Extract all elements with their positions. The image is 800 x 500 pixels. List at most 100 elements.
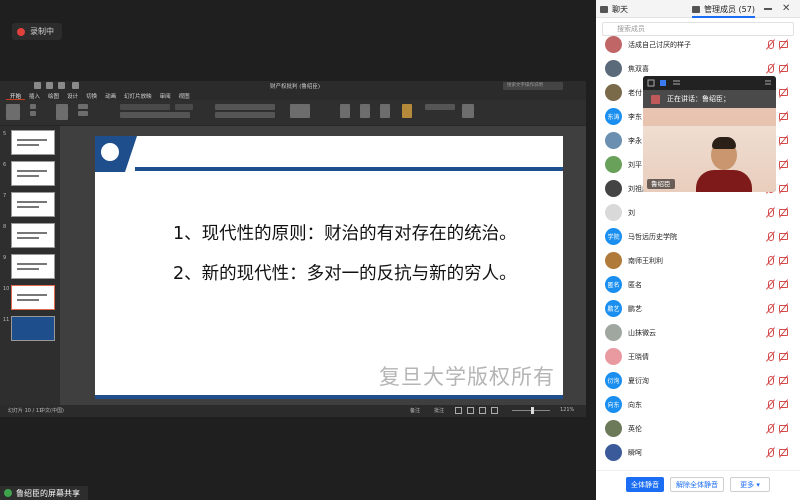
layout-icon[interactable] — [78, 104, 88, 109]
member-name: 活成自己讨厌的样子 — [628, 41, 691, 49]
member-avatar — [605, 204, 622, 221]
tab-view[interactable]: 视图 — [175, 91, 194, 100]
close-icon[interactable]: ✕ — [782, 3, 790, 15]
font-size-box[interactable] — [175, 104, 193, 110]
video-background-decor — [643, 108, 776, 126]
member-name: 瞬呵 — [628, 449, 642, 457]
member-row[interactable]: 衍洵 夏衍洵 — [596, 369, 800, 393]
undo-icon[interactable] — [58, 82, 65, 89]
alignment-group[interactable] — [215, 112, 275, 118]
thumbnail-text-line — [17, 237, 39, 239]
tab-chat[interactable]: 聊天 — [600, 0, 628, 18]
new-slide-icon[interactable] — [56, 104, 68, 120]
tab-design[interactable]: 设计 — [63, 91, 82, 100]
tab-draw[interactable]: 绘图 — [44, 91, 63, 100]
arrange-icon[interactable] — [380, 104, 390, 118]
insert-picture-icon[interactable] — [340, 104, 350, 118]
member-avatar: 鹏艺 — [605, 300, 622, 317]
member-search-input[interactable]: 搜索成员 — [602, 22, 794, 36]
slide-sorter-icon[interactable] — [467, 407, 474, 414]
slide-point-2: 2、新的现代性：多对一的反抗与新的穷人。 — [173, 264, 517, 284]
member-avatar — [605, 444, 622, 461]
thumbnail-text-line — [17, 206, 39, 208]
share-status-icon — [4, 489, 12, 497]
member-avatar: 向东 — [605, 396, 622, 413]
recording-badge[interactable]: 录制中 — [12, 23, 62, 40]
member-name: 刘 — [628, 209, 635, 217]
convert-smartart-icon[interactable] — [290, 104, 310, 118]
mute-all-button[interactable]: 全体静音 — [626, 477, 664, 492]
member-name: 马哲远历史学院 — [628, 233, 677, 241]
normal-view-icon[interactable] — [455, 407, 462, 414]
redo-icon[interactable] — [72, 82, 79, 89]
tab-home[interactable]: 开始 — [6, 91, 26, 100]
member-row[interactable]: 刘 — [596, 201, 800, 225]
video-window-toolbar — [643, 76, 776, 90]
tab-review[interactable]: 审阅 — [156, 91, 175, 100]
speaker-video-window[interactable]: 正在讲话：鲁绍臣； 鲁绍臣 — [643, 76, 776, 192]
video-speaker-name: 鲁绍臣 — [647, 179, 675, 189]
cut-icon[interactable] — [30, 104, 36, 109]
copy-icon[interactable] — [30, 111, 36, 116]
zoom-slider-thumb[interactable] — [531, 407, 534, 414]
slide-thumbnail[interactable] — [11, 192, 55, 217]
member-avatar — [605, 60, 622, 77]
member-avatar — [605, 252, 622, 269]
slide-thumbnail[interactable] — [11, 285, 55, 310]
slide-thumbnail[interactable] — [11, 316, 55, 341]
member-row[interactable]: 匿名 匿名 — [596, 273, 800, 297]
member-avatar — [605, 180, 622, 197]
member-row[interactable]: 山抹微云 — [596, 321, 800, 345]
copyright-watermark: 复旦大学版权所有 — [379, 365, 555, 389]
member-name: 鹏艺 — [628, 305, 642, 313]
member-name: 焦双喜 — [628, 65, 649, 73]
member-row[interactable]: 南师王利利 — [596, 249, 800, 273]
tab-members[interactable]: 管理成员 (57) — [692, 0, 755, 18]
zoom-level[interactable]: 121% — [560, 407, 574, 413]
member-row[interactable]: 王晓倩 — [596, 345, 800, 369]
ppt-search-input[interactable]: 搜索文字操作说明 — [503, 82, 563, 90]
thumbnail-number: 8 — [3, 224, 7, 230]
tab-transitions[interactable]: 切换 — [82, 91, 101, 100]
member-row[interactable]: 瞬呵 — [596, 441, 800, 465]
home-icon[interactable] — [34, 82, 41, 89]
more-button[interactable]: 更多 ▾ — [730, 477, 770, 492]
current-slide[interactable]: 1、现代性的原则：财治的有对存在的统治。 2、新的现代性：多对一的反抗与新的穷人… — [95, 136, 563, 399]
slideshow-view-icon[interactable] — [491, 407, 498, 414]
thumbnail-text-line — [17, 263, 47, 265]
shape-fill-group[interactable] — [425, 104, 455, 110]
slide-thumbnail[interactable] — [11, 254, 55, 279]
font-format-group[interactable] — [120, 112, 190, 118]
slide-thumbnail[interactable] — [11, 130, 55, 155]
slide-thumbnail[interactable] — [11, 223, 55, 248]
minimize-icon[interactable] — [764, 8, 772, 10]
language-indicator[interactable]: 中文(中国) — [40, 407, 64, 414]
reading-view-icon[interactable] — [479, 407, 486, 414]
member-name: 夏衍洵 — [628, 377, 649, 385]
shapes-icon[interactable] — [360, 104, 370, 118]
tab-insert[interactable]: 插入 — [25, 91, 44, 100]
member-row[interactable]: 学院 马哲远历史学院 — [596, 225, 800, 249]
reset-icon[interactable] — [78, 111, 88, 116]
member-row[interactable]: 活成自己讨厌的样子 — [596, 36, 800, 57]
ppt-ribbon-tabs: 开始 插入 绘图 设计 切换 动画 幻灯片放映 审阅 视图 — [0, 91, 586, 100]
side-panel: 聊天 管理成员 (57) ✕ 搜索成员 活成自己讨厌的样子 焦双喜 老付 东涛 李东 李永… — [596, 0, 800, 500]
paste-icon[interactable] — [6, 104, 20, 120]
notes-button[interactable]: 备注 — [410, 407, 420, 414]
member-name: 王晓倩 — [628, 353, 649, 361]
paragraph-group[interactable] — [215, 104, 275, 110]
save-icon[interactable] — [46, 82, 53, 89]
member-row[interactable]: 英伦 — [596, 417, 800, 441]
thumbnail-number: 9 — [3, 255, 7, 261]
comments-button[interactable]: 批注 — [434, 407, 444, 414]
slide-thumbnail[interactable] — [11, 161, 55, 186]
tab-animations[interactable]: 动画 — [101, 91, 120, 100]
member-row[interactable]: 鹏艺 鹏艺 — [596, 297, 800, 321]
quick-styles-icon[interactable] — [402, 104, 412, 118]
unmute-all-button[interactable]: 解除全体静音 — [670, 477, 724, 492]
designer-icon[interactable] — [462, 104, 474, 118]
ppt-status-bar: 幻灯片 10 / 11 中文(中国) 备注 批注 121% — [0, 405, 586, 417]
font-name-box[interactable] — [120, 104, 170, 110]
member-row[interactable]: 向东 向东 — [596, 393, 800, 417]
tab-slideshow[interactable]: 幻灯片放映 — [120, 91, 156, 100]
